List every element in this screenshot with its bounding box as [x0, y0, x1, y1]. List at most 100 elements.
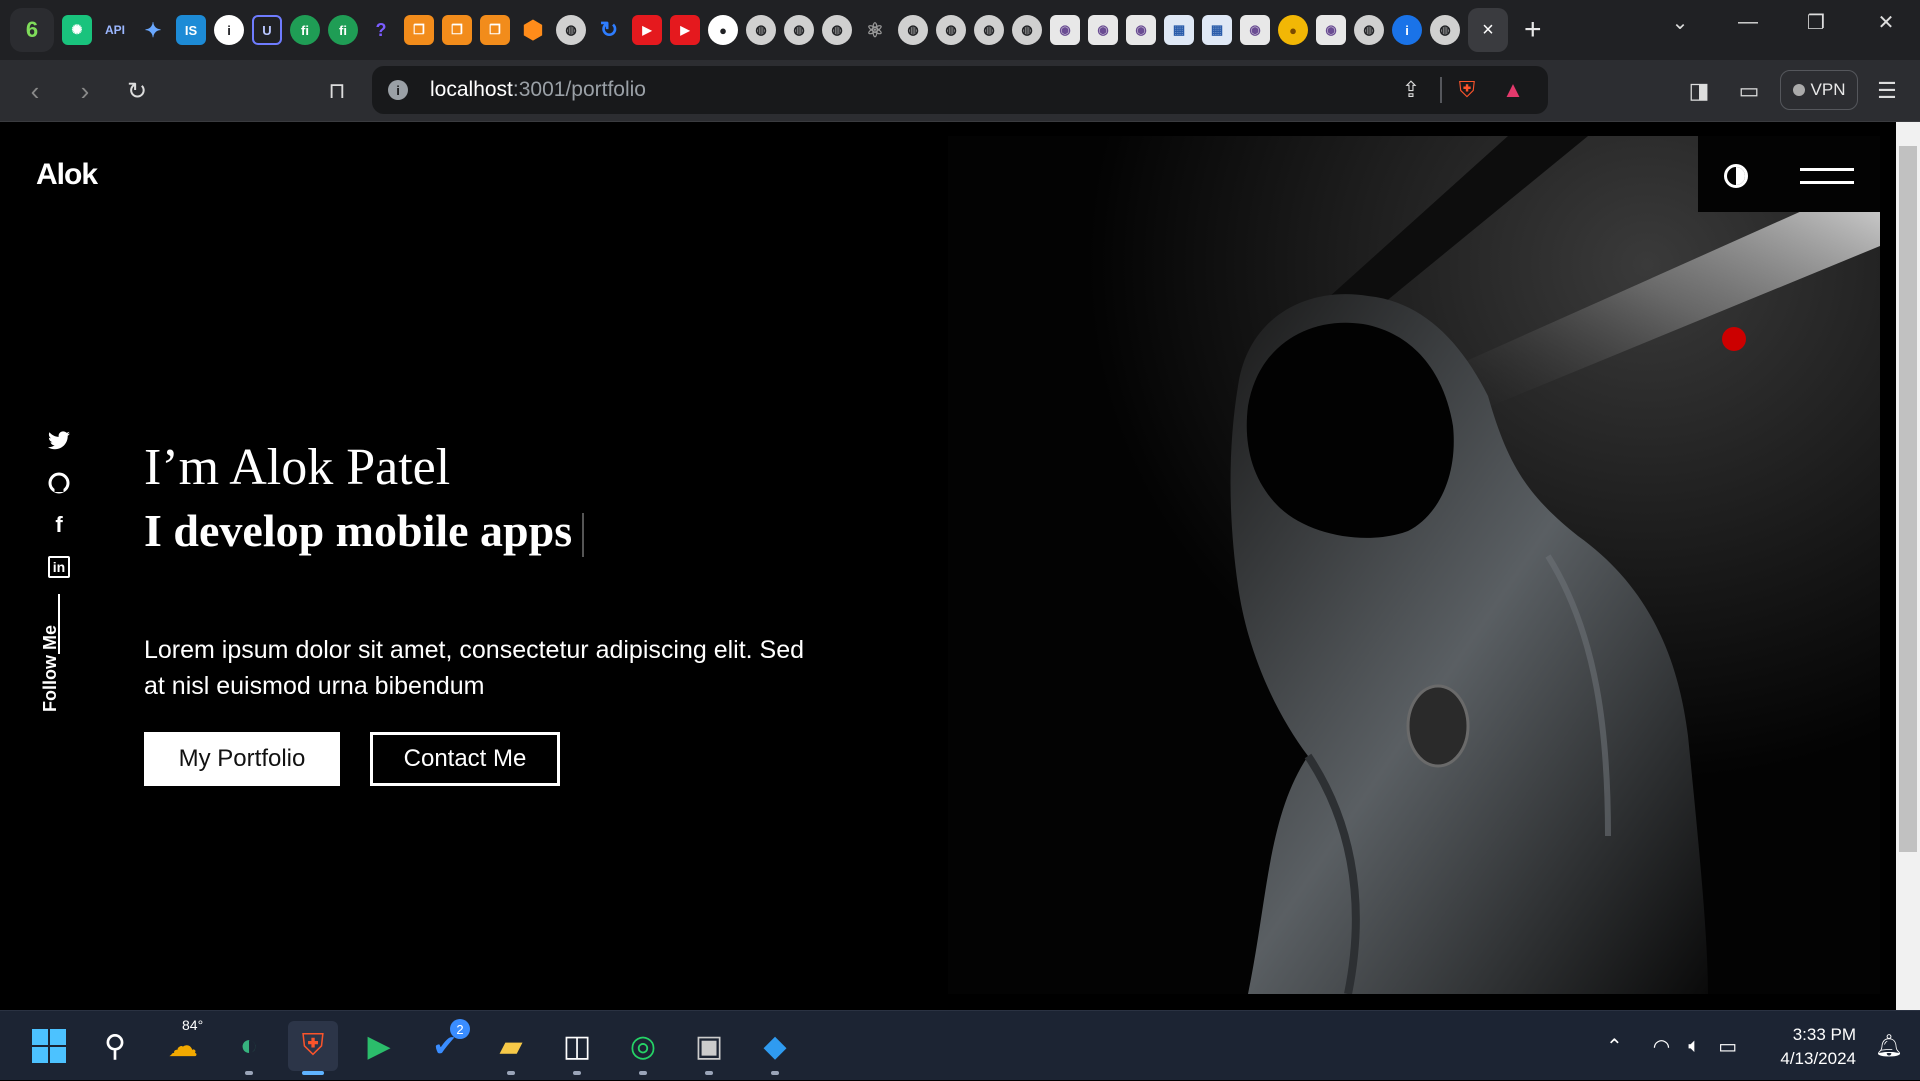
edge-icon[interactable]: ◐ — [224, 1021, 274, 1075]
is-icon[interactable]: IS — [176, 15, 206, 45]
url-host: localhost — [430, 78, 513, 101]
vpn-button[interactable]: VPN — [1780, 70, 1858, 110]
stack-icon[interactable]: ❐ — [442, 15, 472, 45]
weather-temp: 84° — [182, 1017, 204, 1033]
youtube-icon[interactable]: ▶ — [670, 15, 700, 45]
omnibox-divider — [1440, 77, 1442, 103]
whatsapp-icon[interactable]: ◎ — [618, 1021, 668, 1075]
tab-strip: 6 ✺ API ✦ IS i U fi fi ? ❐ ❐ ❐ ⬢ ◍ ↻ ▶ ▶… — [0, 0, 1920, 60]
twitter-icon[interactable] — [47, 420, 71, 462]
start-icon[interactable] — [24, 1021, 74, 1071]
box-icon[interactable]: ⬢ — [518, 15, 548, 45]
file-explorer-icon[interactable]: ▰ — [486, 1021, 536, 1075]
circle-app-icon[interactable]: ◉ — [1088, 15, 1118, 45]
search-icon[interactable]: ⚲ — [90, 1021, 140, 1071]
share-icon[interactable]: ⇪ — [1396, 76, 1426, 104]
brave-icon[interactable]: ⛨ — [288, 1021, 338, 1075]
address-bar[interactable]: i localhost:3001/portfolio ⇪ ⛨ ▲ — [372, 66, 1548, 114]
gemini-icon[interactable]: ✦ — [138, 15, 168, 45]
grid-icon[interactable]: ▦ — [1164, 15, 1194, 45]
github-icon[interactable] — [48, 462, 70, 504]
u-icon[interactable]: U — [252, 15, 282, 45]
stack-icon[interactable]: ❐ — [404, 15, 434, 45]
social-links: f in — [44, 420, 74, 654]
system-tray: ⌃ ◠ 🔈︎ ▭ — [1600, 1011, 1737, 1081]
globe-icon[interactable]: ◍ — [1012, 15, 1042, 45]
follow-me-label: Follow Me — [40, 625, 60, 712]
todo-icon[interactable]: ✔ 2 — [420, 1019, 470, 1071]
globe-icon[interactable]: ◍ — [1430, 15, 1460, 45]
back-icon[interactable]: ‹ — [18, 74, 52, 108]
stack-icon[interactable]: ❐ — [480, 15, 510, 45]
youtube-icon[interactable]: ▶ — [632, 15, 662, 45]
active-tab-close-icon[interactable]: × — [1468, 8, 1508, 52]
my-portfolio-button[interactable]: My Portfolio — [144, 732, 340, 786]
theme-toggle-icon[interactable] — [1724, 164, 1748, 188]
globe-icon[interactable]: ◍ — [1354, 15, 1384, 45]
wallet-icon[interactable]: ▭ — [1732, 74, 1766, 108]
close-window-icon[interactable]: ✕ — [1858, 0, 1914, 44]
volume-icon[interactable]: 🔈︎ — [1688, 1035, 1700, 1058]
hero-role-text: I develop mobile apps — [144, 505, 573, 556]
restore-icon[interactable]: ❐ — [1788, 0, 1844, 44]
hero-role: I develop mobile apps — [144, 504, 585, 558]
circle-app-icon[interactable]: ◉ — [1316, 15, 1346, 45]
fi-icon[interactable]: fi — [328, 15, 358, 45]
atom-icon[interactable]: ⚛ — [860, 15, 890, 45]
brave-shield-icon[interactable]: ⛨ — [1452, 76, 1482, 104]
globe-icon[interactable]: ◍ — [784, 15, 814, 45]
globe-icon[interactable]: ◍ — [898, 15, 928, 45]
chatgpt-icon[interactable]: ✺ — [62, 15, 92, 45]
info-blue-icon[interactable]: i — [1392, 15, 1422, 45]
github-icon[interactable]: ● — [708, 15, 738, 45]
terminal-icon[interactable]: ▣ — [684, 1021, 734, 1075]
browser-menu-icon[interactable]: ☰ — [1870, 74, 1904, 108]
circle-app-icon[interactable]: ◉ — [1126, 15, 1156, 45]
battery-icon[interactable]: ▭ — [1718, 1034, 1737, 1059]
browser-toolbar: ‹ › ↻ ⊓ i localhost:3001/portfolio ⇪ ⛨ ▲… — [0, 60, 1920, 122]
circle-app-icon[interactable]: ◉ — [1050, 15, 1080, 45]
todo-badge: 2 — [450, 1019, 470, 1039]
page-scrollbar-thumb[interactable] — [1899, 146, 1917, 852]
globe-icon[interactable]: ◍ — [974, 15, 1004, 45]
portfolio-page: Alok f in Follow Me I’m Alok Patel I dev… — [0, 122, 1920, 1010]
question-icon[interactable]: ? — [366, 15, 396, 45]
info-icon[interactable]: i — [214, 15, 244, 45]
api-icon[interactable]: API — [100, 15, 130, 45]
globe-icon[interactable]: ◍ — [556, 15, 586, 45]
hero-image — [948, 136, 1880, 994]
site-logo[interactable]: Alok — [36, 158, 98, 192]
vscode-icon[interactable]: ◆ — [750, 1021, 800, 1075]
vpn-label: VPN — [1810, 80, 1846, 99]
brave-rewards-icon[interactable]: ▲ — [1498, 76, 1528, 104]
vpn-status-icon — [1792, 84, 1805, 96]
notification-bell-icon[interactable]: 🔔︎ — [1864, 1021, 1914, 1071]
wifi-icon[interactable]: ◠ — [1653, 1034, 1670, 1059]
clock[interactable]: 3:33 PM 4/13/2024 — [1760, 1023, 1856, 1071]
clock-time: 3:33 PM — [1792, 1025, 1856, 1044]
globe-icon[interactable]: ◍ — [936, 15, 966, 45]
contact-me-button[interactable]: Contact Me — [370, 732, 560, 786]
meet-icon[interactable]: ▶ — [354, 1021, 404, 1071]
coin-icon[interactable]: ● — [1278, 15, 1308, 45]
site-info-icon[interactable]: i — [388, 80, 408, 100]
bookmark-icon[interactable]: ⊓ — [320, 74, 354, 108]
minimize-icon[interactable]: — — [1720, 0, 1776, 44]
forward-icon[interactable]: › — [68, 74, 102, 108]
loop-icon[interactable]: ↻ — [594, 15, 624, 45]
fi-icon[interactable]: fi — [290, 15, 320, 45]
hamburger-menu-icon[interactable] — [1800, 168, 1854, 184]
circle-app-icon[interactable]: ◉ — [1240, 15, 1270, 45]
notion-icon[interactable]: ◫ — [552, 1021, 602, 1075]
tab-search-chevron-icon[interactable]: ⌄ — [1652, 0, 1708, 44]
globe-icon[interactable]: ◍ — [746, 15, 776, 45]
facebook-icon[interactable]: f — [55, 504, 62, 546]
tray-chevron-icon[interactable]: ⌃ — [1606, 1034, 1623, 1059]
reload-icon[interactable]: ↻ — [120, 74, 154, 108]
tab-search-icon[interactable]: 6 — [10, 8, 54, 52]
grid-icon[interactable]: ▦ — [1202, 15, 1232, 45]
linkedin-icon[interactable]: in — [48, 556, 70, 578]
new-tab-button[interactable]: + — [1524, 13, 1542, 47]
globe-icon[interactable]: ◍ — [822, 15, 852, 45]
sidebar-toggle-icon[interactable]: ◨ — [1682, 74, 1716, 108]
